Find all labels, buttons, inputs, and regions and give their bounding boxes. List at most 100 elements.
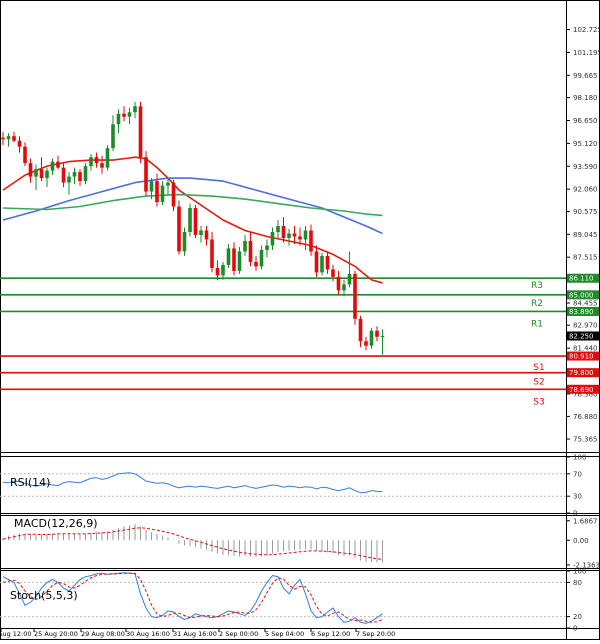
macd-signal-line: [2, 527, 383, 560]
candle-body: [265, 245, 269, 250]
moving-average-line: [2, 177, 383, 235]
x-tick-label: 6 Sep 12:00: [311, 630, 350, 638]
y-tick-label: 81.440: [573, 345, 598, 353]
forex-chart: 102.725 101.195 99.665 98.180 96.650 95.120 93…: [0, 0, 600, 640]
candle-body: [254, 261, 258, 267]
y-tick-label: 102.725: [573, 26, 600, 34]
rsi-tick-label: 70: [573, 470, 582, 478]
candle-body: [358, 318, 363, 342]
y-tick-label: 90.575: [573, 208, 598, 216]
candle-body: [320, 255, 324, 273]
candle-body: [155, 181, 159, 203]
candle-body: [138, 106, 143, 158]
y-tick-label: 93.590: [573, 163, 598, 171]
support-price-label: 78.690: [569, 386, 594, 394]
x-tick-label: 7 Sep 20:00: [356, 630, 395, 638]
support-name-label: S2: [533, 378, 544, 388]
candle-body: [17, 140, 22, 147]
candle-body: [67, 176, 71, 183]
candle-body: [380, 336, 385, 338]
candle-body: [61, 167, 66, 183]
candle-body: [270, 231, 275, 246]
x-tick-label: 2 Sep 00:00: [219, 630, 258, 638]
candle-body: [166, 182, 170, 186]
candle-body: [182, 231, 187, 252]
candle-body: [226, 248, 231, 265]
candle-body: [287, 233, 291, 238]
resistance-price-label: 86.110: [569, 275, 594, 283]
stoch-tick-label: 20: [573, 613, 582, 621]
x-tick-label: 31 Aug 16:00: [173, 630, 217, 638]
candle-body: [199, 230, 203, 235]
candle-body: [325, 255, 330, 270]
x-tick-label: Aug 12:00: [0, 630, 32, 638]
candle-body: [193, 208, 198, 235]
y-tick-label: 96.650: [573, 117, 598, 125]
resistance-name-label: R1: [531, 319, 543, 329]
resistance-price-label: 85.000: [569, 291, 594, 299]
candle-body: [28, 163, 33, 177]
moving-average-line: [2, 156, 383, 284]
candle-body: [72, 172, 77, 177]
y-tick-label: 82.970: [573, 322, 598, 330]
x-tick-label: 5 Sep 04:00: [265, 630, 304, 638]
stoch-title: Stoch(5,5,3): [10, 589, 78, 602]
macd-title: MACD(12,26,9): [14, 517, 98, 530]
resistance-price-label: 83.890: [569, 308, 594, 316]
candle-body: [188, 208, 192, 232]
candle-body: [94, 157, 99, 164]
candle-body: [342, 284, 346, 291]
y-tick-label: 76.880: [573, 413, 598, 421]
candle-body: [331, 269, 335, 277]
y-tick-label: 99.665: [573, 72, 598, 80]
candle-body: [221, 264, 225, 276]
candle-body: [100, 163, 104, 168]
candle-body: [248, 240, 253, 262]
support-name-label: S3: [533, 397, 544, 407]
rsi-tick-label: 100: [573, 454, 586, 462]
rsi-tick-label: 30: [573, 493, 582, 501]
y-tick-label: 101.195: [573, 49, 600, 57]
macd-tick-label: 1.6867: [573, 517, 598, 525]
candle-body: [314, 251, 319, 273]
x-tick-label: 25 Aug 20:00: [34, 630, 78, 638]
candle-body: [122, 113, 126, 117]
candle-body: [353, 273, 357, 319]
candle-body: [83, 166, 88, 182]
candle-body: [23, 146, 27, 164]
candle-body: [39, 169, 44, 179]
resistance-name-label: R3: [531, 281, 543, 291]
stoch-tick-label: 100: [573, 568, 586, 576]
candle-body: [204, 230, 209, 240]
candle-body: [276, 226, 280, 232]
candle-body: [364, 341, 368, 346]
candle-body: [309, 230, 313, 252]
candle-body: [1, 137, 5, 140]
candle-body: [237, 251, 242, 271]
candle-body: [303, 230, 308, 240]
candle-body: [171, 182, 176, 207]
candle-body: [78, 172, 82, 182]
candle-body: [116, 113, 121, 125]
y-tick-label: 95.120: [573, 140, 598, 148]
candle-body: [347, 273, 352, 285]
rsi-title: RSI(14): [10, 476, 50, 489]
support-name-label: S1: [533, 363, 544, 373]
candle-body: [6, 136, 11, 140]
macd-tick-label: 0.00: [573, 537, 589, 545]
candle-body: [375, 330, 379, 337]
y-tick-label: 89.045: [573, 231, 598, 239]
candle-body: [177, 206, 181, 252]
candle-body: [149, 181, 154, 192]
candle-body: [298, 236, 302, 240]
candle-body: [133, 106, 137, 113]
candle-body: [127, 112, 132, 117]
candle-body: [89, 157, 93, 167]
stoch-tick-label: 0: [573, 625, 577, 633]
candle-body: [34, 169, 38, 177]
candle-body: [369, 330, 374, 346]
candle-body: [144, 157, 148, 192]
candle-body: [292, 233, 297, 237]
x-tick-label: 30 Aug 16:00: [126, 630, 170, 638]
candle-body: [111, 124, 115, 149]
